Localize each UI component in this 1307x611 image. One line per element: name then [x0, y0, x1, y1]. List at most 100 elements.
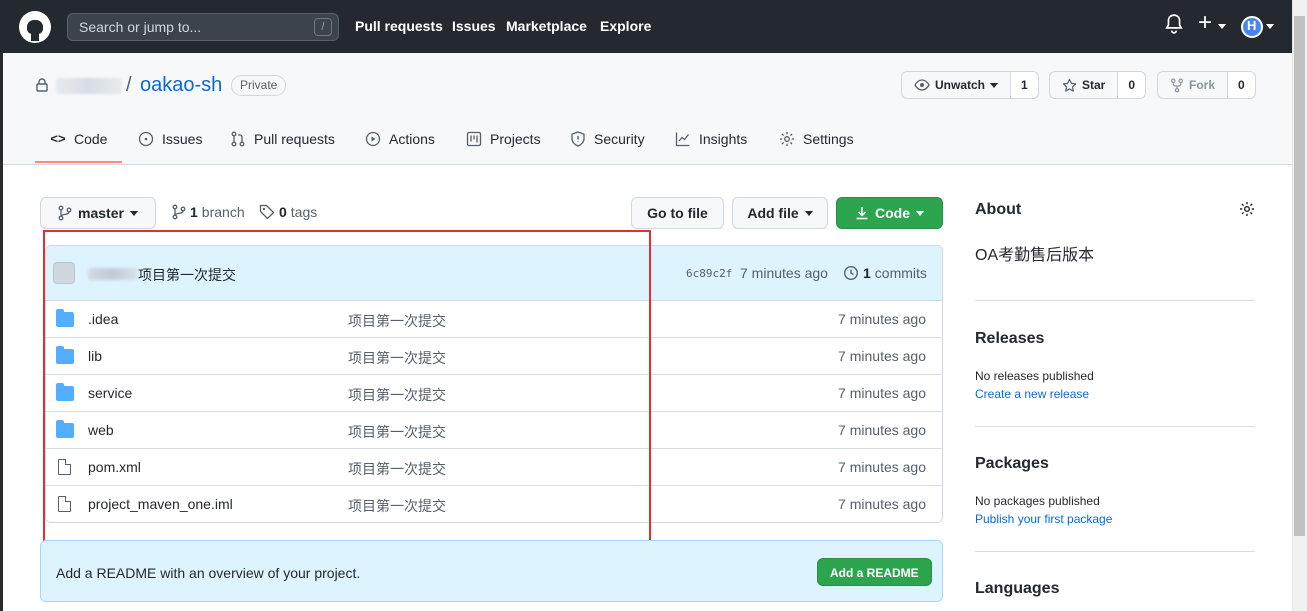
page-scrollbar[interactable] — [1292, 0, 1307, 611]
folder-icon — [56, 309, 74, 327]
file-commit-message[interactable]: 项目第一次提交 — [348, 496, 446, 516]
file-commit-message[interactable]: 项目第一次提交 — [348, 459, 446, 479]
branches-link[interactable]: 1 branch — [172, 204, 245, 220]
file-name-link[interactable]: web — [88, 422, 114, 438]
file-commit-message[interactable]: 项目第一次提交 — [348, 385, 446, 405]
search-input[interactable]: Search or jump to... / — [67, 13, 339, 41]
latest-commit-row: 项目第一次提交 6c89c2f 7 minutes ago 1 commits — [46, 246, 942, 301]
file-row[interactable]: project_maven_one.iml 项目第一次提交 7 minutes ag… — [46, 486, 942, 522]
branch-icon — [58, 205, 72, 221]
tab-issues[interactable]: Issues — [138, 131, 202, 147]
add-file-label: Add file — [747, 205, 799, 221]
commit-history-link[interactable]: 1 commits — [843, 265, 927, 281]
tags-link[interactable]: 0 tags — [259, 204, 317, 220]
sidebar-divider — [975, 300, 1255, 301]
repo-owner-redacted[interactable] — [56, 78, 122, 94]
star-icon — [1062, 78, 1077, 92]
search-placeholder: Search or jump to... — [79, 19, 202, 35]
unwatch-label: Unwatch — [935, 78, 986, 92]
file-name-link[interactable]: service — [88, 385, 132, 401]
tag-word: tags — [290, 204, 318, 220]
visibility-badge: Private — [231, 75, 287, 96]
nav-pull-requests[interactable]: Pull requests — [355, 18, 443, 34]
create-new-caret-icon[interactable] — [1218, 24, 1226, 29]
scrollbar-thumb[interactable] — [1294, 16, 1305, 536]
global-header: Search or jump to... / Pull requests Iss… — [0, 0, 1292, 53]
shield-icon — [571, 131, 585, 147]
commit-message[interactable]: 项目第一次提交 — [138, 265, 236, 285]
tab-pull-requests[interactable]: Pull requests — [230, 131, 335, 147]
file-row[interactable]: pom.xml 项目第一次提交 7 minutes ago — [46, 449, 942, 486]
tab-insights[interactable]: Insights — [675, 131, 747, 147]
watch-count[interactable]: 1 — [1011, 72, 1038, 98]
fork-count[interactable]: 0 — [1228, 72, 1255, 98]
nav-explore[interactable]: Explore — [600, 18, 651, 34]
tab-code[interactable]: <> Code — [50, 131, 107, 147]
tab-projects[interactable]: Projects — [466, 131, 541, 147]
file-name-link[interactable]: lib — [88, 348, 102, 364]
history-icon — [843, 265, 859, 281]
file-commit-message[interactable]: 项目第一次提交 — [348, 311, 446, 331]
tab-security-label: Security — [594, 131, 645, 147]
tab-settings[interactable]: Settings — [779, 131, 854, 147]
fork-button[interactable]: Fork — [1158, 72, 1229, 98]
branch-count: 1 — [190, 204, 198, 220]
notifications-bell-icon[interactable] — [1165, 14, 1183, 34]
star-button-group: Star 0 — [1049, 71, 1147, 99]
nav-marketplace[interactable]: Marketplace — [506, 18, 587, 34]
star-button[interactable]: Star — [1050, 72, 1119, 98]
commit-author-avatar[interactable] — [53, 262, 75, 284]
graph-icon — [675, 132, 690, 147]
file-commit-message[interactable]: 项目第一次提交 — [348, 422, 446, 442]
github-logo-icon[interactable] — [19, 11, 51, 43]
commit-author-redacted[interactable] — [88, 268, 138, 280]
file-row[interactable]: lib 项目第一次提交 7 minutes ago — [46, 338, 942, 375]
project-icon — [466, 131, 482, 147]
file-name-link[interactable]: pom.xml — [88, 459, 141, 475]
branch-select-button[interactable]: master — [40, 197, 156, 229]
file-row[interactable]: .idea 项目第一次提交 7 minutes ago — [46, 301, 942, 338]
tab-security[interactable]: Security — [570, 131, 645, 147]
code-download-button[interactable]: Code — [836, 197, 943, 229]
search-shortcut-key: / — [314, 18, 332, 36]
commit-sha[interactable]: 6c89c2f — [686, 267, 732, 280]
publish-package-link[interactable]: Publish your first package — [975, 512, 1112, 526]
file-commit-time: 7 minutes ago — [838, 496, 926, 512]
languages-heading: Languages — [975, 580, 1060, 597]
tab-issues-label: Issues — [162, 131, 203, 147]
tag-count: 0 — [279, 204, 287, 220]
file-icon — [58, 496, 71, 512]
packages-heading[interactable]: Packages — [975, 455, 1049, 473]
file-row[interactable]: web 项目第一次提交 7 minutes ago — [46, 412, 942, 449]
go-to-file-button[interactable]: Go to file — [631, 197, 724, 229]
tab-pull-requests-label: Pull requests — [254, 131, 335, 147]
file-row[interactable]: service 项目第一次提交 7 minutes ago — [46, 375, 942, 412]
star-count[interactable]: 0 — [1118, 72, 1146, 98]
file-name-link[interactable]: project_maven_one.iml — [88, 496, 233, 512]
create-new-plus-icon[interactable]: + — [1198, 11, 1212, 35]
readme-prompt-text: Add a README with an overview of your pr… — [56, 565, 361, 581]
folder-icon — [56, 420, 74, 438]
repo-name-link[interactable]: oakao-sh — [140, 74, 222, 97]
create-release-link[interactable]: Create a new release — [975, 387, 1089, 401]
add-readme-button[interactable]: Add a README — [817, 558, 932, 586]
tab-actions-label: Actions — [389, 131, 435, 147]
repo-header — [3, 53, 1292, 165]
unwatch-button[interactable]: Unwatch — [902, 72, 1012, 98]
repo-path-separator: / — [126, 74, 132, 96]
file-commit-message[interactable]: 项目第一次提交 — [348, 348, 446, 368]
file-name-link[interactable]: .idea — [88, 311, 118, 327]
add-file-button[interactable]: Add file — [732, 197, 828, 229]
fork-label: Fork — [1189, 78, 1216, 92]
user-avatar[interactable] — [1241, 16, 1263, 38]
tab-code-label: Code — [74, 131, 108, 147]
nav-issues[interactable]: Issues — [452, 18, 496, 34]
readme-prompt: Add a README with an overview of your pr… — [40, 540, 943, 602]
about-settings-gear-icon[interactable] — [1239, 201, 1255, 217]
branch-word: branch — [201, 204, 245, 220]
fork-icon — [1170, 78, 1184, 92]
tab-actions[interactable]: Actions — [365, 131, 435, 147]
user-menu-caret-icon[interactable] — [1266, 24, 1274, 29]
releases-heading[interactable]: Releases — [975, 330, 1044, 348]
file-commit-time: 7 minutes ago — [838, 385, 926, 401]
